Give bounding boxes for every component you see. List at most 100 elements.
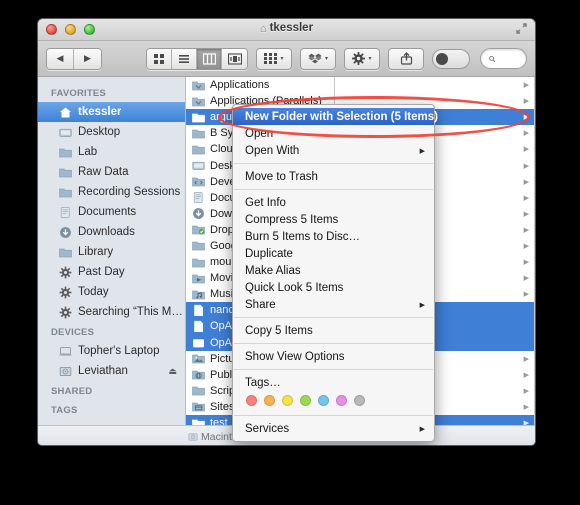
dropbox-button[interactable]: ▾ — [300, 47, 336, 70]
tag-color-dot-3[interactable] — [300, 395, 311, 406]
folder-icon — [58, 165, 72, 179]
disclosure-arrow-icon: ▶ — [523, 162, 529, 170]
menu-item-copy-5-items[interactable]: Copy 5 Items — [233, 322, 434, 339]
back-button[interactable]: ◀ — [47, 48, 74, 69]
menu-item-compress-5-items[interactable]: Compress 5 Items — [233, 211, 434, 228]
sidebar-item-lab[interactable]: Lab — [38, 142, 185, 162]
sites-folder-icon — [192, 403, 205, 412]
sidebar-item-past-day[interactable]: Past Day — [38, 262, 185, 282]
menu-item-label: New Folder with Selection (5 Items) — [245, 110, 438, 123]
menu-item-open[interactable]: Open — [233, 125, 434, 142]
documents-folder-icon — [60, 206, 70, 218]
menu-item-open-with[interactable]: Open With ▶ — [233, 142, 434, 159]
menu-item-show-view-options[interactable]: Show View Options — [233, 348, 434, 365]
menu-separator — [234, 189, 433, 190]
disclosure-arrow-icon: ▶ — [523, 194, 529, 202]
finder-toolbar: ◀ ▶ ▾ ▾ ▾ — [38, 41, 535, 77]
folder-icon — [192, 113, 205, 123]
sites-folder-icon — [192, 400, 205, 413]
menu-item-share[interactable]: Share ▶ — [233, 296, 434, 313]
menu-item-label: Tags… — [245, 376, 281, 389]
sidebar-item-documents[interactable]: Documents — [38, 202, 185, 222]
sidebar-item-searching-this-mac[interactable]: Searching “This Mac” — [38, 302, 185, 322]
downloads-folder-icon — [58, 225, 72, 239]
context-menu[interactable]: New Folder with Selection (5 Items) Open O… — [232, 104, 438, 442]
public-folder-icon — [192, 368, 205, 381]
sidebar-item-topher-s-laptop[interactable]: Topher's Laptop — [38, 341, 185, 361]
window-titlebar[interactable]: ⌂ tkessler — [38, 19, 535, 41]
smart-folder-icon — [58, 285, 72, 299]
arrange-button[interactable]: ▾ — [256, 47, 292, 70]
menu-item-label: Get Info — [245, 196, 286, 209]
menu-item-label: Burn 5 Items to Disc… — [245, 230, 361, 243]
menu-item-make-alias[interactable]: Make Alias — [233, 262, 434, 279]
menu-item-burn-5-items-to-disc[interactable]: Burn 5 Items to Disc… — [233, 228, 434, 245]
menu-item-new-folder-with-selection-5-items[interactable]: New Folder with Selection (5 Items) — [233, 108, 438, 125]
sidebar-item-library[interactable]: Library — [38, 242, 185, 262]
documents-folder-icon — [192, 191, 205, 204]
sidebar-item-downloads[interactable]: Downloads — [38, 222, 185, 242]
tag-color-dot-0[interactable] — [246, 395, 257, 406]
desktop-folder-icon — [192, 159, 205, 172]
tag-color-dot-4[interactable] — [318, 395, 329, 406]
tag-color-dot-5[interactable] — [336, 395, 347, 406]
tag-color-dot-2[interactable] — [282, 395, 293, 406]
sidebar-item-today[interactable]: Today — [38, 282, 185, 302]
file-list-row[interactable]: Applications ▶ — [186, 77, 534, 93]
action-menu-button[interactable]: ▾ — [344, 47, 380, 70]
public-folder-icon — [192, 370, 205, 380]
menu-item-quick-look-5-items[interactable]: Quick Look 5 Items — [233, 279, 434, 296]
sidebar-item-tkessler[interactable]: tkessler — [38, 102, 185, 122]
search-input[interactable] — [499, 52, 518, 65]
column-view-button[interactable] — [197, 48, 222, 69]
disclosure-arrow-icon: ▶ — [523, 371, 529, 379]
eject-icon[interactable]: ⏏ — [168, 366, 177, 377]
sidebar-item-raw-data[interactable]: Raw Data — [38, 162, 185, 182]
file-name: test — [210, 417, 228, 425]
menu-item-get-info[interactable]: Get Info — [233, 194, 434, 211]
laptop-icon — [58, 346, 72, 356]
forward-button[interactable]: ▶ — [74, 48, 101, 69]
menu-item-services[interactable]: Services ▶ — [233, 420, 434, 437]
share-button[interactable] — [388, 47, 424, 70]
tag-toggle-button[interactable] — [432, 48, 470, 69]
music-folder-icon — [192, 288, 205, 301]
sidebar-item-label: Lab — [78, 146, 98, 158]
sidebar-item-recording-sessions[interactable]: Recording Sessions — [38, 182, 185, 202]
sidebar-item-label: Past Day — [78, 266, 125, 278]
tag-color-dot-6[interactable] — [354, 395, 365, 406]
tag-color-dot-1[interactable] — [264, 395, 275, 406]
menu-item-move-to-trash[interactable]: Move to Trash — [233, 168, 434, 185]
laptop-icon — [58, 344, 72, 358]
disclosure-arrow-icon: ▶ — [523, 275, 529, 283]
sidebar-item-leviathan[interactable]: Leviathan ⏏ — [38, 361, 185, 381]
sidebar-item-desktop[interactable]: Desktop — [38, 122, 185, 142]
sidebar-item-label: Desktop — [78, 126, 121, 138]
sidebar-item-label: Downloads — [78, 226, 135, 238]
menu-item-duplicate[interactable]: Duplicate — [233, 245, 434, 262]
document-icon — [192, 304, 205, 317]
arrange-grid-icon — [264, 53, 278, 64]
desktop-folder-icon — [192, 161, 205, 170]
menu-item-label: Compress 5 Items — [245, 213, 339, 226]
share-icon — [400, 52, 412, 65]
document-icon — [194, 304, 203, 316]
disclosure-arrow-icon: ▶ — [523, 242, 529, 250]
folder-icon — [58, 188, 72, 197]
menu-item-label: Show View Options — [245, 350, 345, 363]
menu-item-label: Services — [245, 422, 290, 435]
disclosure-arrow-icon: ▶ — [523, 210, 529, 218]
documents-folder-icon — [193, 192, 203, 203]
archive-icon — [192, 336, 205, 349]
icon-view-button[interactable] — [147, 48, 172, 69]
menu-separator — [234, 317, 433, 318]
search-field[interactable] — [480, 48, 527, 69]
pictures-folder-icon — [192, 354, 205, 364]
menu-item-tags[interactable]: Tags… — [233, 374, 434, 391]
menu-separator — [234, 415, 433, 416]
fullscreen-arrows-icon[interactable] — [515, 23, 528, 36]
back-arrow-icon: ◀ — [56, 53, 64, 63]
list-view-button[interactable] — [172, 48, 197, 69]
folder-icon — [192, 386, 205, 396]
coverflow-view-button[interactable] — [222, 48, 247, 69]
